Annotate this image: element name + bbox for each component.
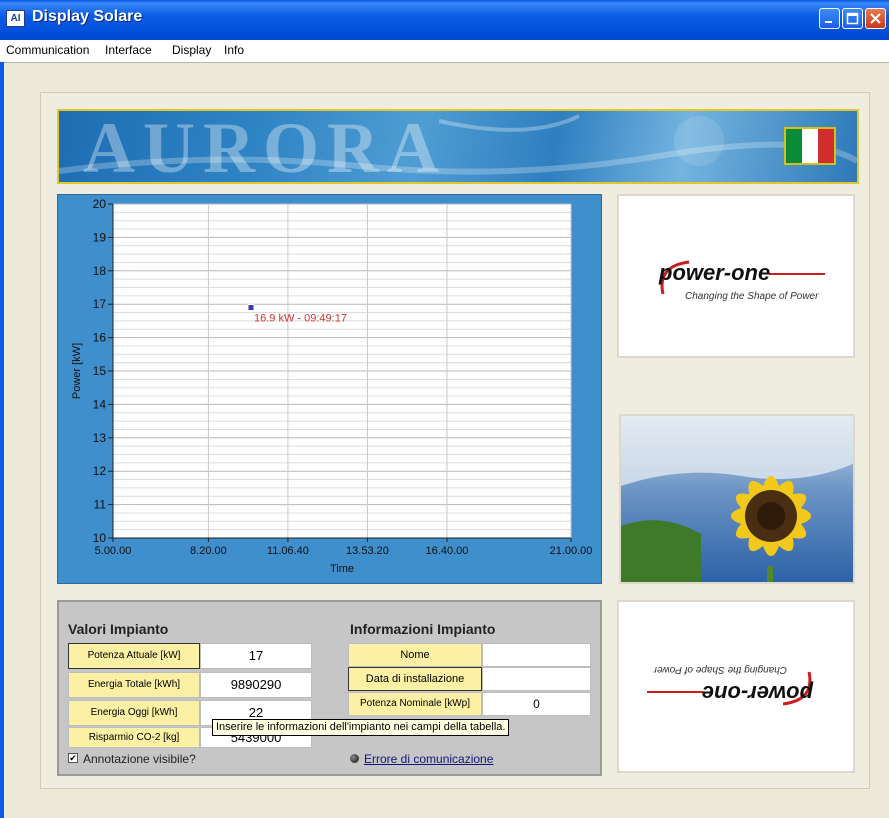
menu-interface[interactable]: Interface	[105, 43, 152, 57]
point-annotation: 16.9 kW - 09:49:17	[254, 313, 347, 325]
x-tick-label: 13.53.20	[346, 545, 389, 557]
power-one-logo-bottom: power-one Changing the Shape of Power	[617, 600, 855, 773]
y-tick-label: 19	[93, 230, 107, 244]
window-border	[0, 62, 4, 818]
close-button[interactable]	[865, 8, 886, 29]
comm-error-led-icon	[350, 754, 359, 763]
power-chart: 10 11 12 13 14 15 16 17 18 19 20 5.00.00 8.20.00 11.0…	[57, 194, 602, 584]
nome-label: Nome	[348, 643, 482, 667]
y-tick-label: 13	[93, 431, 107, 445]
y-tick-label: 18	[93, 264, 107, 278]
title-bar[interactable]: AI Display Solare	[0, 0, 889, 40]
logo-brand: power-one	[658, 260, 770, 285]
menu-display[interactable]: Display	[172, 43, 211, 57]
x-tick-label: 16.40.00	[426, 545, 469, 557]
data-point	[247, 304, 255, 312]
potenza-nominale-label: Potenza Nominale [kWp]	[348, 692, 482, 716]
energia-totale-label: Energia Totale [kWh]	[68, 672, 200, 698]
svg-text:power-one: power-one	[702, 681, 814, 706]
app-icon: AI	[6, 10, 25, 27]
y-tick-label: 20	[93, 197, 107, 211]
sunflower-image	[619, 414, 855, 584]
annotation-visible-checkbox[interactable]: ✔	[68, 753, 78, 763]
maximize-button[interactable]	[842, 8, 863, 29]
window-title: Display Solare	[32, 8, 143, 25]
potenza-nominale-input[interactable]: 0	[482, 692, 591, 716]
comm-error-label: Errore di comunicazione	[364, 752, 494, 766]
energia-totale-value: 9890290	[200, 672, 312, 698]
logo-tagline: Changing the Shape of Power	[685, 291, 819, 302]
svg-text:Changing the Shape of Power: Changing the Shape of Power	[653, 664, 787, 675]
data-installazione-label: Data di installazione	[348, 667, 482, 691]
nome-input[interactable]	[482, 643, 591, 667]
data-installazione-input[interactable]	[482, 667, 591, 691]
potenza-attuale-label: Potenza Attuale [kW]	[68, 643, 200, 669]
y-axis-label: Power [kW]	[71, 343, 83, 399]
italy-flag-icon[interactable]	[784, 127, 836, 165]
app-window: AI Display Solare Communication Interfac…	[0, 0, 889, 818]
y-tick-label: 16	[93, 331, 107, 345]
menu-bar: Communication Interface Display Info	[0, 40, 889, 63]
energia-oggi-label: Energia Oggi [kWh]	[68, 700, 200, 726]
power-one-logo-top: power-one Changing the Shape of Power	[617, 194, 855, 358]
risparmio-co2-label: Risparmio CO-2 [kg]	[68, 727, 200, 748]
y-tick-label: 17	[93, 297, 107, 311]
minimize-button[interactable]	[819, 8, 840, 29]
potenza-attuale-value: 17	[200, 643, 312, 669]
power-one-logo-icon: power-one Changing the Shape of Power	[658, 260, 825, 302]
x-tick-label: 11.06.40	[267, 545, 309, 557]
informazioni-impianto-title: Informazioni Impianto	[350, 621, 496, 637]
menu-communication[interactable]: Communication	[6, 43, 89, 57]
banner-title: AURORA	[83, 109, 447, 184]
info-tooltip: Inserire le informazioni dell'impianto n…	[212, 719, 510, 736]
y-tick-label: 10	[93, 531, 107, 545]
y-tick-label: 14	[93, 397, 107, 411]
x-tick-label: 5.00.00	[95, 545, 132, 557]
valori-impianto-title: Valori Impianto	[68, 621, 169, 637]
aurora-banner: AURORA	[57, 109, 859, 184]
menu-info[interactable]: Info	[224, 43, 244, 57]
x-tick-label: 21.00.00	[550, 545, 593, 557]
y-tick-label: 15	[93, 364, 107, 378]
chart-svg: 10 11 12 13 14 15 16 17 18 19 20 5.00.00 8.20.00 11.0…	[71, 197, 593, 575]
y-tick-label: 12	[93, 464, 107, 478]
x-axis-label: Time	[330, 563, 354, 575]
annotation-visible-label: Annotazione visibile?	[83, 752, 196, 766]
power-one-logo-mirrored-icon: power-one Changing the Shape of Power	[647, 664, 814, 706]
y-tick-label: 11	[94, 498, 107, 512]
x-tick-label: 8.20.00	[190, 545, 227, 557]
